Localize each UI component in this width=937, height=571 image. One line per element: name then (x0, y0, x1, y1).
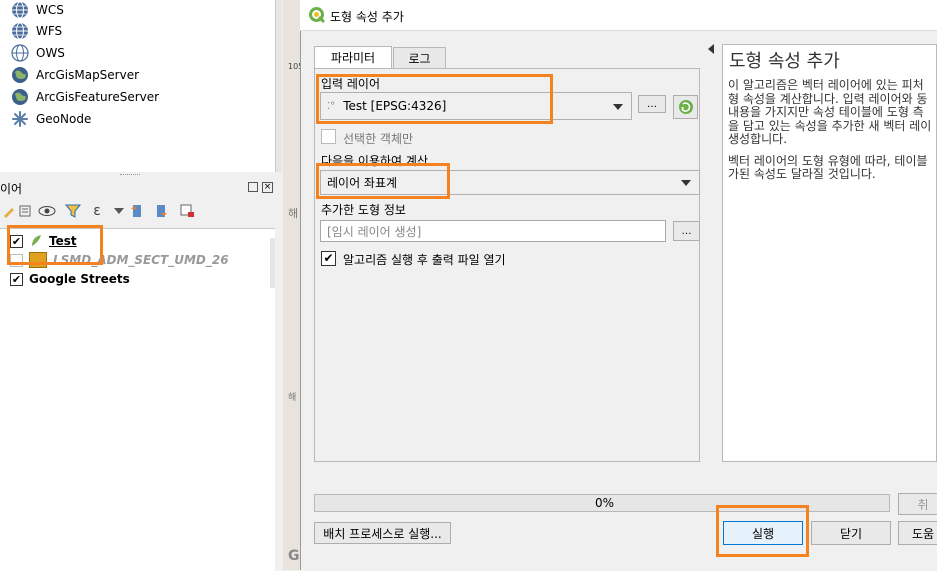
arcgis-globe-icon (10, 65, 30, 85)
input-layer-combo[interactable]: ⁚° Test [EPSG:4326] (320, 92, 632, 120)
selected-only-label: 선택한 객체만 (343, 132, 414, 146)
close-panel-icon[interactable]: × (262, 182, 273, 193)
filter-icon[interactable] (64, 202, 82, 220)
browser-item-label: OWS (36, 46, 65, 60)
browser-item-arcgis-map-server[interactable]: ArcGisMapServer (10, 64, 139, 86)
qgis-logo-icon (309, 7, 326, 24)
progress-text: 0% (595, 496, 615, 510)
chevron-down-icon (613, 104, 623, 110)
globe-outline-icon (10, 43, 30, 63)
layer-visibility-checkbox[interactable] (10, 253, 23, 267)
add-group-icon[interactable] (16, 202, 34, 220)
browser-item-ows[interactable]: OWS (10, 42, 65, 64)
help-paragraph-2: 벡터 레이어의 도형 유형에 따라, 테이블 가된 속성도 달라질 것입니다. (728, 153, 928, 181)
calc-using-label: 다음을 이용하여 계산 (321, 154, 428, 168)
layer-visibility-checkbox[interactable]: ✔ (10, 234, 23, 248)
map-place-label: 해 (288, 207, 299, 220)
output-layer-field[interactable]: [임시 레이어 생성] (320, 220, 666, 242)
arcgis-globe-icon (10, 87, 30, 107)
dialog-title: 도형 속성 추가 (330, 10, 404, 24)
browser-item-label: GeoNode (36, 112, 92, 126)
splitter-grip[interactable] (120, 174, 140, 178)
selected-only-checkbox[interactable] (321, 129, 336, 144)
batch-process-button[interactable]: 배치 프로세스로 실행... (314, 522, 451, 544)
map-canvas[interactable]: 105 해 해 Google (283, 0, 343, 570)
visibility-eye-icon[interactable] (38, 202, 56, 220)
close-button[interactable]: 닫기 (811, 521, 891, 545)
iterate-over-features-button[interactable] (673, 95, 698, 119)
chevron-down-icon (681, 180, 691, 186)
globe-icon (10, 21, 30, 41)
browser-item-wfs[interactable]: WFS (10, 20, 62, 42)
layer-item-google-streets[interactable]: ✔ Google Streets (10, 270, 130, 288)
run-button[interactable]: 실행 (723, 521, 803, 545)
browser-scrollbar[interactable] (276, 0, 282, 172)
help-paragraph-1: 이 알고리즘은 벡터 레이어에 있는 피처 형 속성을 계산합니다. 입력 레이… (728, 78, 932, 146)
added-geometry-label: 추가한 도형 정보 (321, 203, 406, 217)
polygon-layer-icon (29, 252, 47, 268)
layer-item-test[interactable]: ✔ Test (10, 232, 77, 250)
browser-item-label: ArcGisMapServer (36, 68, 140, 82)
progress-bar: 0% (314, 494, 890, 512)
browser-item-label: WFS (36, 24, 63, 38)
input-layer-label: 입력 레이어 (321, 77, 381, 91)
browser-item-label: WCS (36, 3, 64, 17)
browser-item-wcs[interactable]: WCS (10, 0, 64, 21)
iterate-icon (678, 100, 693, 114)
collapse-help-icon[interactable] (708, 44, 714, 54)
layers-panel-header: 이어 × (0, 180, 275, 196)
point-layer-icon (29, 233, 43, 250)
globe-icon (10, 0, 30, 20)
help-text: 이 알고리즘은 벡터 레이어에 있는 피처 형 속성을 계산합니다. 입력 레이… (728, 78, 932, 190)
map-place-label: 해 (288, 393, 297, 403)
layer-name: Test (49, 234, 77, 248)
layer-item-lsmd[interactable]: LSMD_ADM_SECT_UMD_26 (10, 251, 229, 269)
expand-all-icon[interactable] (128, 202, 146, 220)
layer-name: LSMD_ADM_SECT_UMD_26 (53, 253, 229, 267)
browser-panel: WCS WFS OWS ArcGisMapServer ArcGisFeatur… (0, 0, 276, 173)
open-output-label: 알고리즘 실행 후 출력 파일 열기 (343, 253, 506, 267)
output-layer-browse-button[interactable]: … (673, 221, 700, 241)
browser-item-geonode[interactable]: GeoNode (10, 108, 91, 130)
help-button[interactable]: 도움 (898, 521, 937, 545)
float-panel-icon[interactable] (248, 182, 258, 192)
collapse-all-icon[interactable] (152, 202, 170, 220)
layers-panel-title: 이어 (0, 182, 23, 196)
help-panel: 도형 속성 추가 이 알고리즘은 벡터 레이어에 있는 피처 형 속성을 계산합… (722, 44, 937, 462)
filter-expression-icon[interactable]: ε (88, 202, 106, 220)
layer-name: Google Streets (29, 272, 130, 286)
layers-list: ✔ Test LSMD_ADM_SECT_UMD_26 ✔ Google Str… (0, 228, 275, 571)
browser-item-label: ArcGisFeatureServer (36, 90, 160, 104)
input-layer-browse-button[interactable]: … (638, 95, 666, 113)
filter-dropdown-icon[interactable] (110, 202, 128, 220)
help-title: 도형 속성 추가 (729, 51, 840, 72)
geonode-icon (10, 109, 30, 129)
point-layer-icon: ⁚° (327, 100, 336, 112)
tab-parameters[interactable]: 파라미터 (314, 46, 392, 68)
layer-visibility-checkbox[interactable]: ✔ (10, 272, 23, 286)
calc-using-combo[interactable]: 레이어 좌표계 (320, 170, 700, 195)
tab-log[interactable]: 로그 (393, 47, 446, 68)
layers-scrollbar[interactable] (270, 238, 275, 288)
dialog-titlebar: 도형 속성 추가 (300, 0, 937, 31)
panel-splitter[interactable] (0, 172, 283, 180)
browser-item-arcgis-feature-server[interactable]: ArcGisFeatureServer (10, 86, 159, 108)
cancel-button[interactable]: 취 (898, 493, 937, 515)
open-output-checkbox[interactable]: ✔ (321, 251, 336, 266)
remove-layer-icon[interactable] (178, 202, 196, 220)
